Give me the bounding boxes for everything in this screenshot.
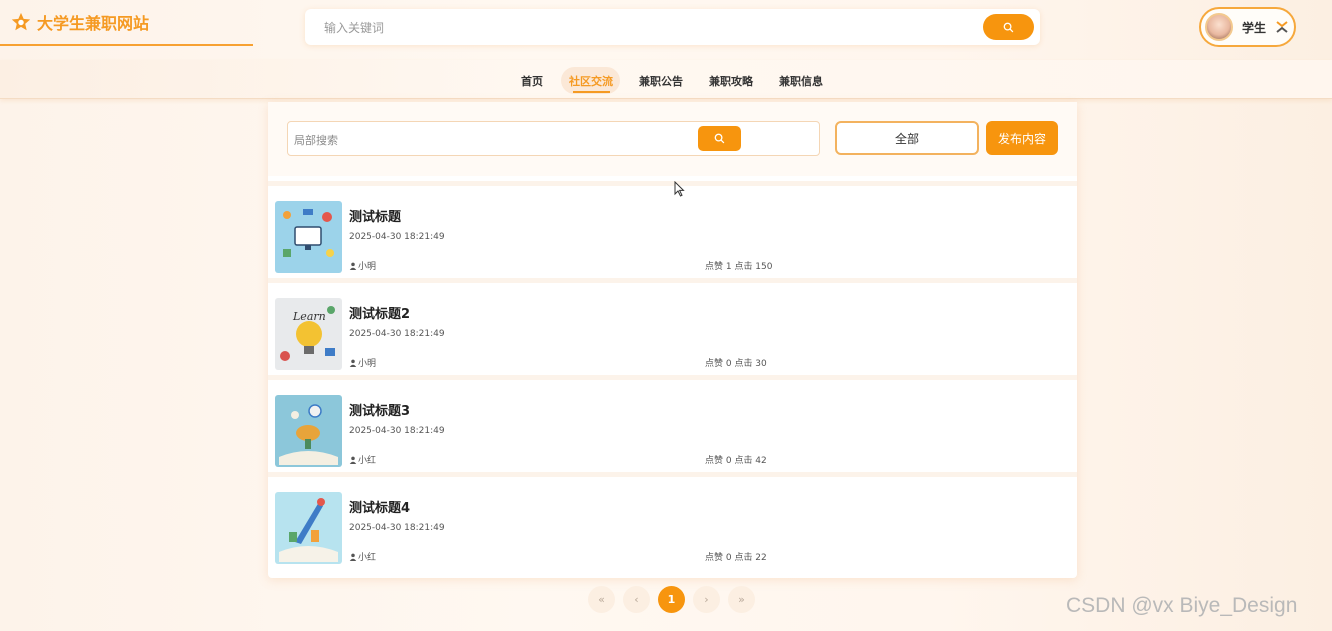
post-stats: 点赞 0 点击 42: [705, 456, 767, 466]
post-author-name: 小明: [358, 262, 377, 272]
local-search-box[interactable]: 局部搜索: [287, 121, 820, 156]
post-author: 小明: [349, 259, 376, 272]
post-time: 2025-04-30 18:21:49: [349, 232, 445, 242]
list-item[interactable]: 测试标题3 2025-04-30 18:21:49 小红 点赞 0 点击 42: [268, 375, 1077, 467]
nav-active-underline: [573, 91, 610, 93]
prev-page-button[interactable]: ‹: [623, 586, 650, 613]
last-page-button[interactable]: »: [728, 586, 755, 613]
post-time: 2025-04-30 18:21:49: [349, 426, 445, 436]
publish-button[interactable]: 发布内容: [986, 121, 1058, 155]
post-title[interactable]: 测试标题2: [349, 303, 410, 322]
pagination: « ‹ 1 › »: [588, 586, 755, 613]
user-name: 学生: [1242, 20, 1267, 35]
nav-item-home[interactable]: 首页: [521, 73, 543, 89]
search-icon: [1003, 22, 1014, 32]
watermark: CSDN @vx Biye_Design: [1066, 594, 1298, 617]
page-number-current[interactable]: 1: [658, 586, 685, 613]
nav-item-job-info[interactable]: 兼职信息: [779, 73, 823, 89]
list-item[interactable]: 测试标题4 2025-04-30 18:21:49 小红 点赞 0 点击 22: [268, 472, 1077, 564]
content-panel: 局部搜索 全部 发布内容 测试标题 2025-04-30 18:21:49 小明…: [268, 102, 1077, 578]
post-author: 小红: [349, 550, 376, 563]
star-icon: [11, 12, 31, 31]
post-author: 小红: [349, 453, 376, 466]
global-search-button[interactable]: [983, 14, 1034, 40]
svg-text:Learn: Learn: [292, 310, 326, 323]
list-item[interactable]: Learn 测试标题2 2025-04-30 18:21:49 小明 点赞 0 …: [268, 278, 1077, 370]
next-page-button[interactable]: ›: [693, 586, 720, 613]
post-author-name: 小明: [358, 359, 377, 369]
filter-bar: 局部搜索 全部 发布内容: [268, 102, 1077, 176]
post-thumbnail[interactable]: [275, 492, 342, 564]
nav-item-guides[interactable]: 兼职攻略: [709, 73, 753, 89]
person-icon: [349, 359, 357, 367]
first-page-button[interactable]: «: [588, 586, 615, 613]
post-time: 2025-04-30 18:21:49: [349, 523, 445, 533]
nav-item-community[interactable]: 社区交流: [569, 73, 613, 89]
list-item[interactable]: 测试标题 2025-04-30 18:21:49 小明 点赞 1 点击 150: [268, 181, 1077, 273]
local-search-input[interactable]: 局部搜索: [294, 132, 338, 148]
site-logo[interactable]: 大学生兼职网站: [0, 0, 253, 46]
person-icon: [349, 456, 357, 464]
post-thumbnail[interactable]: [275, 201, 342, 273]
avatar: [1205, 13, 1233, 41]
site-title: 大学生兼职网站: [37, 14, 150, 33]
post-title[interactable]: 测试标题: [349, 206, 401, 225]
post-stats: 点赞 1 点击 150: [705, 262, 773, 272]
swap-icon[interactable]: [1274, 19, 1290, 35]
main-nav: 首页 社区交流 兼职公告 兼职攻略 兼职信息: [0, 60, 1332, 99]
post-time: 2025-04-30 18:21:49: [349, 329, 445, 339]
person-icon: [349, 553, 357, 561]
post-thumbnail[interactable]: [275, 395, 342, 467]
post-thumbnail[interactable]: Learn: [275, 298, 342, 370]
post-title[interactable]: 测试标题4: [349, 497, 410, 516]
global-search-bar[interactable]: 输入关键词: [305, 9, 1040, 45]
top-header: 大学生兼职网站 输入关键词 学生: [0, 0, 1332, 60]
local-search-button[interactable]: [698, 126, 741, 151]
post-author-name: 小红: [358, 553, 377, 563]
global-search-input[interactable]: 输入关键词: [324, 19, 384, 36]
user-menu[interactable]: 学生: [1199, 7, 1296, 47]
mouse-cursor-icon: [674, 181, 685, 197]
nav-item-announcements[interactable]: 兼职公告: [639, 73, 683, 89]
post-author: 小明: [349, 356, 376, 369]
post-title[interactable]: 测试标题3: [349, 400, 410, 419]
post-stats: 点赞 0 点击 22: [705, 553, 767, 563]
all-filter-button[interactable]: 全部: [835, 121, 979, 155]
post-stats: 点赞 0 点击 30: [705, 359, 767, 369]
person-icon: [349, 262, 357, 270]
post-author-name: 小红: [358, 456, 377, 466]
search-icon: [714, 133, 725, 144]
